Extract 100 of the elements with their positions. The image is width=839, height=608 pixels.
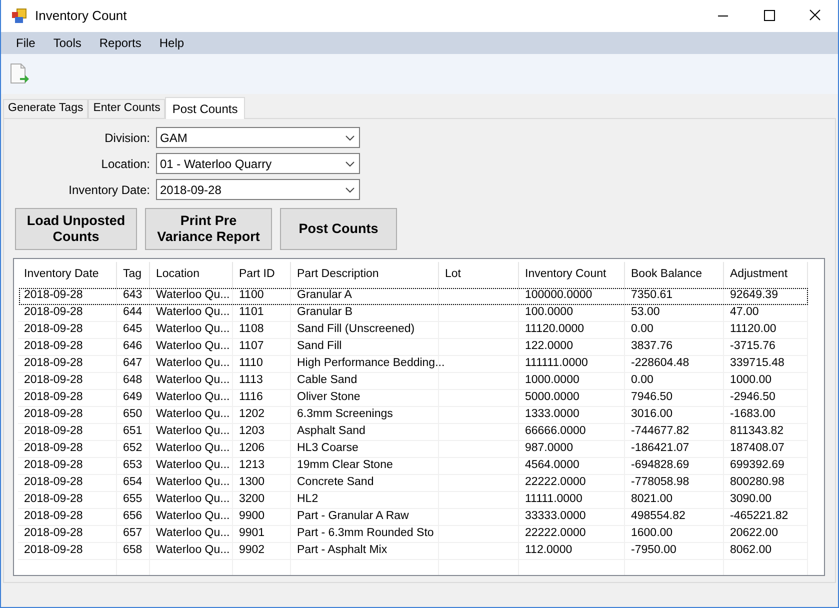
table-cell-text: 650 — [123, 407, 142, 422]
table-cell-text: 1203 — [239, 424, 265, 440]
table-cell-text: 1300 — [239, 475, 265, 490]
action-button[interactable]: Post Counts — [280, 208, 397, 250]
menu-item[interactable]: File — [7, 34, 44, 52]
table-cell-text: 2018-09-28 — [24, 526, 83, 542]
table-cell-text: Part - 6.3mm Rounded Sto — [297, 526, 434, 542]
table-cell-text: 2018-09-28 — [24, 288, 83, 304]
table-cell-text: Waterloo Qu... — [156, 407, 230, 422]
table-cell-text: 7946.50 — [631, 390, 673, 406]
chevron-down-icon — [345, 160, 355, 166]
window-title: Inventory Count — [35, 7, 127, 26]
table-cell-text: Waterloo Qu... — [156, 356, 230, 372]
table-cell-text: 47.00 — [730, 305, 759, 320]
table-cell-text: 66666.0000 — [525, 424, 586, 440]
table-cell-text: 1108 — [239, 322, 264, 338]
table-cell-text: Sand Fill (Unscreened) — [297, 322, 415, 338]
column-header[interactable]: Inventory Date — [24, 266, 99, 284]
table-cell-text: 2018-09-28 — [24, 339, 83, 354]
table-cell-text: 5000.0000 — [525, 390, 580, 406]
table-cell-text: 20622.00 — [730, 526, 778, 542]
column-header[interactable]: Lot — [445, 266, 461, 284]
table-cell-text: 8062.00 — [730, 543, 772, 558]
table-cell-text: 6.3mm Screenings — [297, 407, 393, 422]
table-cell-text: 652 — [123, 441, 142, 456]
table-cell-text: Oliver Stone — [297, 390, 360, 406]
table-cell-text: 658 — [123, 543, 142, 558]
dropdown[interactable]: 2018-09-28 — [156, 179, 360, 200]
table-cell-text: 3016.00 — [631, 407, 673, 422]
table-cell-text: 657 — [123, 526, 142, 542]
menu-item[interactable]: Reports — [90, 34, 150, 52]
table-cell-text: 3837.76 — [631, 339, 673, 354]
table-cell-text: 22222.0000 — [525, 475, 586, 490]
table-cell-text: -228604.48 — [631, 356, 690, 372]
table-cell-text: 53.00 — [631, 305, 660, 320]
table-cell-text: 9902 — [239, 543, 265, 558]
field-label: Inventory Date: — [68, 182, 151, 198]
table-cell-text: 1000.0000 — [525, 373, 580, 388]
table-cell-text: 800280.98 — [730, 475, 784, 490]
table-cell-text: Cable Sand — [297, 373, 358, 388]
table-cell-text: -2946.50 — [730, 390, 776, 406]
table-cell-text: 2018-09-28 — [24, 492, 83, 508]
tab[interactable]: Generate Tags — [3, 99, 88, 118]
table-cell-text: HL3 Coarse — [297, 441, 358, 456]
table-cell-text: 9901 — [239, 526, 265, 542]
table-cell-text: 1113 — [239, 373, 263, 388]
dropdown[interactable]: 01 - Waterloo Quarry — [156, 153, 360, 174]
table-cell-text: Waterloo Qu... — [156, 424, 230, 440]
column-header[interactable]: Book Balance — [631, 266, 702, 284]
table-cell-text: 0.00 — [631, 373, 654, 388]
table-cell-text: 0.00 — [631, 322, 654, 338]
table-cell-text: Granular B — [297, 305, 353, 320]
table-cell-text: Waterloo Qu... — [156, 322, 230, 338]
table-cell-text: Part - Asphalt Mix — [297, 543, 388, 558]
table-cell-text: 2018-09-28 — [24, 543, 83, 558]
table-cell-text: 11111.0000 — [525, 492, 582, 508]
table-cell-text: Granular A — [297, 288, 352, 304]
column-header[interactable]: Inventory Count — [525, 266, 606, 284]
table-cell-text: Asphalt Sand — [297, 424, 366, 440]
table-cell-text: 2018-09-28 — [24, 407, 83, 422]
table-cell-text: 33333.0000 — [525, 509, 586, 524]
table-cell-text: 11120.0000 — [525, 322, 584, 338]
dropdown[interactable]: GAM — [156, 127, 360, 148]
menu-item[interactable]: Help — [150, 34, 194, 52]
action-button[interactable]: Print Pre Variance Report — [145, 208, 272, 250]
tab[interactable]: Enter Counts — [88, 99, 166, 118]
table-cell-text: 9900 — [239, 509, 265, 524]
column-header[interactable]: Part Description — [297, 266, 379, 284]
action-button[interactable]: Load Unposted Counts — [15, 208, 137, 250]
table-cell-text: Waterloo Qu... — [156, 373, 230, 388]
table-cell-text: 647 — [123, 356, 142, 372]
tab[interactable]: Post Counts — [165, 97, 245, 119]
column-header[interactable]: Part ID — [239, 266, 275, 284]
table-cell-text: 1110 — [239, 356, 263, 372]
table-cell-text: 1202 — [239, 407, 265, 422]
table-cell-text: 1107 — [239, 339, 264, 354]
column-header[interactable]: Tag — [123, 266, 142, 284]
table-cell-text: 2018-09-28 — [24, 305, 83, 320]
table-cell-text: -3715.76 — [730, 339, 776, 354]
table-cell-text: 100.0000 — [525, 305, 573, 320]
table-cell-text: 339715.48 — [730, 356, 784, 372]
table-cell-text: 651 — [123, 424, 142, 440]
table-cell-text: Waterloo Qu... — [156, 339, 230, 354]
table-cell-text: 649 — [123, 390, 142, 406]
table-cell-text: 1101 — [239, 305, 264, 320]
menu-item[interactable]: Tools — [44, 34, 90, 52]
table-cell-text: 7350.61 — [631, 288, 673, 304]
table-cell-text: 644 — [123, 305, 142, 320]
table-cell-text: Waterloo Qu... — [156, 458, 230, 474]
column-header[interactable]: Location — [156, 266, 200, 284]
table-cell-text: 1116 — [239, 390, 263, 406]
table-cell-text: Waterloo Qu... — [156, 509, 230, 524]
table-cell-text: 122.0000 — [525, 339, 573, 354]
field-label: Location: — [100, 156, 151, 172]
table-cell-text: Waterloo Qu... — [156, 526, 230, 542]
table-cell-text: HL2 — [297, 492, 318, 508]
document-arrow-icon[interactable] — [10, 63, 30, 85]
column-header[interactable]: Adjustment — [730, 266, 788, 284]
table-cell-text: 2018-09-28 — [24, 322, 83, 338]
table-cell-text: 645 — [123, 322, 142, 338]
